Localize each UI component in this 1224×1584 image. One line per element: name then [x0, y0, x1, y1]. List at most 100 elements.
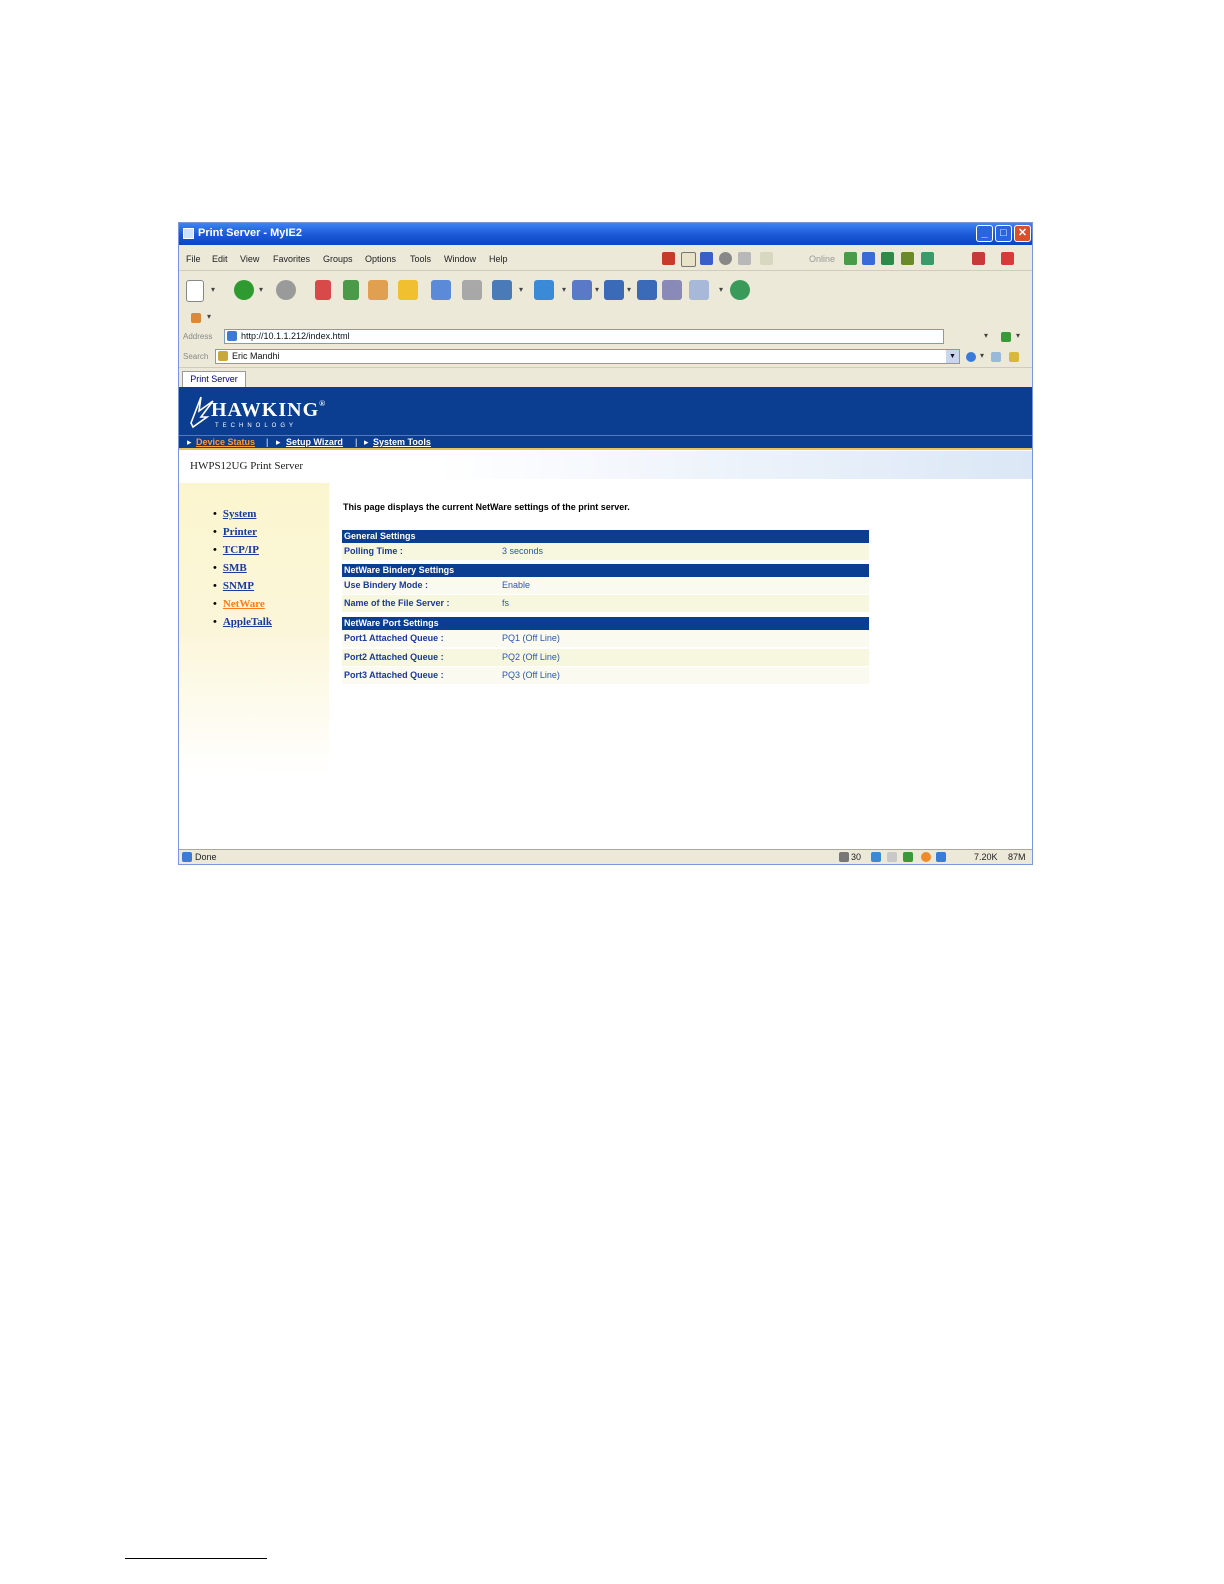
nav-system-tools[interactable]: System Tools	[373, 437, 431, 447]
refresh-icon[interactable]	[343, 280, 359, 300]
page-icon[interactable]	[681, 252, 696, 267]
stop-icon[interactable]	[315, 280, 331, 300]
menu-options[interactable]: Options	[365, 254, 396, 264]
menu-edit[interactable]: Edit	[212, 254, 228, 264]
address-dropdown-icon[interactable]: ▾	[984, 331, 988, 340]
sidebar-item-system[interactable]: • System	[213, 508, 256, 520]
links-dropdown-icon[interactable]: ▾	[207, 312, 211, 321]
setting-row: Use Bindery Mode : Enable	[342, 577, 869, 594]
menu-window[interactable]: Window	[444, 254, 476, 264]
subtitle-band: HWPS12UG Print Server	[179, 451, 1032, 479]
setting-value: PQ3 (Off Line)	[502, 670, 560, 680]
undo-icon[interactable]	[534, 280, 554, 300]
bullet-icon: •	[213, 580, 217, 592]
menu-file[interactable]: File	[186, 254, 201, 264]
back-dropdown-icon[interactable]: ▾	[259, 285, 263, 294]
globe-icon[interactable]	[844, 252, 857, 265]
tab-print-server[interactable]: Print Server	[182, 371, 246, 387]
sidebar-item-printer[interactable]: • Printer	[213, 526, 257, 538]
setting-label: Port3 Attached Queue :	[344, 670, 444, 680]
brand-name: HAWKING®	[211, 399, 327, 421]
filter-icon[interactable]	[901, 252, 914, 265]
new-dropdown-icon[interactable]: ▾	[211, 285, 215, 294]
nav-setup-wizard[interactable]: Setup Wizard	[286, 437, 343, 447]
menu-tools[interactable]: Tools	[410, 254, 431, 264]
clear-icon[interactable]	[662, 252, 675, 265]
address-input[interactable]: http://10.1.1.212/index.html	[224, 329, 944, 344]
setting-value: 3 seconds	[502, 546, 544, 556]
window-icon[interactable]	[700, 252, 713, 265]
pen-tool-icon[interactable]	[1009, 352, 1019, 362]
search-dropdown-icon[interactable]: ▼	[946, 350, 959, 363]
save-dropdown-icon[interactable]: ▾	[519, 285, 523, 294]
status-text: Done	[195, 852, 217, 862]
menu-view[interactable]: View	[240, 254, 259, 264]
maximize-button[interactable]: □	[995, 225, 1012, 242]
gear-icon[interactable]	[191, 313, 201, 323]
go-icon[interactable]	[730, 280, 750, 300]
go-dropdown-icon[interactable]: ▾	[1016, 331, 1020, 340]
bullet-icon: •	[213, 508, 217, 520]
search-engine-icon[interactable]	[966, 352, 976, 362]
title-bar: Print Server - MyIE2 _ □ ✕	[179, 223, 1032, 245]
trash-icon[interactable]	[839, 852, 849, 862]
sidebar-item-tcpip[interactable]: • TCP/IP	[213, 544, 259, 556]
plugin-icon[interactable]	[921, 252, 934, 265]
layout-icon[interactable]	[604, 280, 624, 300]
home-icon[interactable]	[368, 280, 388, 300]
undo-dropdown-icon[interactable]: ▾	[562, 285, 566, 294]
menu-groups[interactable]: Groups	[323, 254, 353, 264]
screen-icon[interactable]	[936, 852, 946, 862]
highlight-icon[interactable]	[991, 352, 1001, 362]
nav-arrow-icon: ▸	[187, 437, 192, 447]
nav-device-status[interactable]: Device Status	[196, 437, 255, 447]
grid-dropdown-icon[interactable]: ▾	[595, 285, 599, 294]
alert-icon[interactable]	[921, 852, 931, 862]
network-icon[interactable]	[903, 852, 913, 862]
close-tab-icon[interactable]	[972, 252, 985, 265]
go-arrow-icon[interactable]	[1001, 332, 1011, 342]
mail-icon[interactable]	[689, 280, 709, 300]
close-button[interactable]: ✕	[1014, 225, 1031, 242]
star-icon[interactable]	[760, 252, 773, 265]
print-icon[interactable]	[462, 280, 482, 300]
mail-dropdown-icon[interactable]: ▾	[719, 285, 723, 294]
sidebar-item-netware[interactable]: • NetWare	[213, 598, 265, 610]
save-icon[interactable]	[492, 280, 512, 300]
ban-icon[interactable]	[719, 252, 732, 265]
setting-label: Name of the File Server :	[344, 598, 450, 608]
favorites-icon[interactable]	[398, 280, 418, 300]
monitor-icon[interactable]	[862, 252, 875, 265]
layout-dropdown-icon[interactable]: ▾	[627, 285, 631, 294]
search-engine-dropdown-icon[interactable]: ▾	[980, 351, 984, 360]
menu-help[interactable]: Help	[489, 254, 508, 264]
address-label: Address	[183, 332, 213, 341]
download-icon[interactable]	[881, 252, 894, 265]
history-icon[interactable]	[431, 280, 451, 300]
search-input[interactable]: Eric Mandhi ▼	[215, 349, 960, 364]
back-icon[interactable]	[234, 280, 254, 300]
sidebar-item-appletalk[interactable]: • AppleTalk	[213, 616, 272, 628]
new-page-icon[interactable]	[186, 280, 204, 302]
forward-icon[interactable]	[276, 280, 296, 300]
tab-strip: Print Server	[179, 368, 1032, 387]
pen-icon[interactable]	[738, 252, 751, 265]
panel-icon[interactable]	[637, 280, 657, 300]
edit-page-icon[interactable]	[662, 280, 682, 300]
edit-icon[interactable]	[887, 852, 897, 862]
bullet-icon: •	[213, 562, 217, 574]
section-bindery-settings: NetWare Bindery Settings	[342, 564, 869, 577]
browser-window: Print Server - MyIE2 _ □ ✕ File Edit Vie…	[178, 222, 1033, 865]
sidebar-item-smb[interactable]: • SMB	[213, 562, 247, 574]
grid-icon[interactable]	[572, 280, 592, 300]
minimize-button[interactable]: _	[976, 225, 993, 242]
close-all-icon[interactable]	[1001, 252, 1014, 265]
page-title: HWPS12UG Print Server	[190, 460, 304, 472]
setting-value: fs	[502, 598, 510, 608]
menu-favorites[interactable]: Favorites	[273, 254, 310, 264]
setting-label: Polling Time :	[344, 546, 403, 556]
toolbar: ▾ ▾ ▾ ▾ ▾ ▾ ▾	[179, 271, 1032, 310]
menu-bar: File Edit View Favorites Groups Options …	[179, 246, 1032, 271]
sync-icon[interactable]	[871, 852, 881, 862]
sidebar-item-snmp[interactable]: • SNMP	[213, 580, 254, 592]
